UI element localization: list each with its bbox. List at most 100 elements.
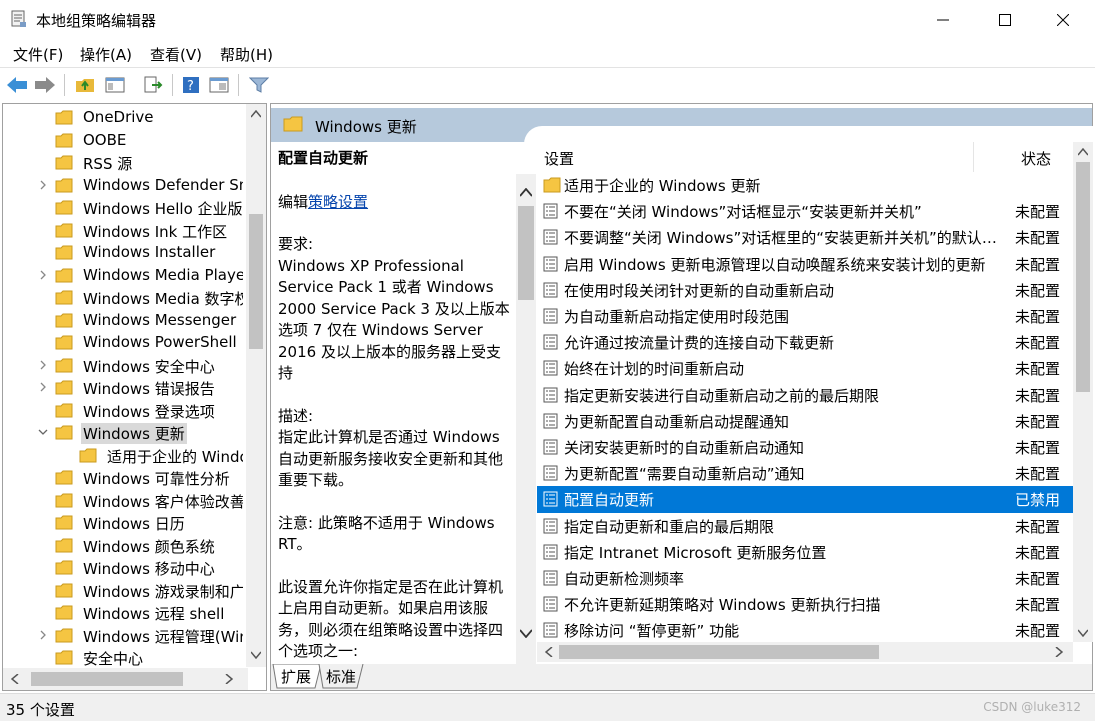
tree-item-label: 适用于企业的 Windows 更新 bbox=[107, 447, 243, 466]
policy-row[interactable]: 不允许更新延期策略对 Windows 更新执行扫描 未配置 bbox=[537, 591, 1073, 617]
menu-action[interactable]: 操作(A) bbox=[80, 44, 132, 65]
scroll-right-icon[interactable] bbox=[225, 674, 233, 684]
tree-item[interactable]: Windows 移动中心 bbox=[3, 557, 243, 580]
tree-item[interactable]: Windows Messenger bbox=[3, 310, 243, 333]
policy-row[interactable]: 在使用时段关闭针对更新的自动重新启动 未配置 bbox=[537, 277, 1073, 303]
policy-tree[interactable]: OneDrive OOBE RSS 源 Windows Defender SmartS… bbox=[2, 103, 267, 691]
tree-item[interactable]: Windows 远程 shell bbox=[3, 602, 243, 625]
settings-list[interactable]: 设置 状态 适用于企业的 Windows 更新 不要在“关闭 Windows”对话… bbox=[537, 142, 1093, 662]
policy-row[interactable]: 关闭安装更新时的自动重新启动通知 未配置 bbox=[537, 434, 1073, 460]
minimize-button[interactable] bbox=[911, 0, 975, 40]
tree-item[interactable]: Windows Defender SmartScreen bbox=[3, 175, 243, 198]
tree-item[interactable]: 适用于企业的 Windows 更新 bbox=[3, 445, 243, 468]
tree-item[interactable]: Windows 客户体验改善计划 bbox=[3, 490, 243, 513]
policy-setting-icon bbox=[543, 282, 559, 298]
policy-row[interactable]: 指定更新安装进行自动重新启动之前的最后期限 未配置 bbox=[537, 382, 1073, 408]
policy-row[interactable]: 指定 Intranet Microsoft 更新服务位置 未配置 bbox=[537, 539, 1073, 565]
policy-setting-icon bbox=[543, 491, 559, 507]
policy-row[interactable]: 为自动重新启动指定使用时段范围 未配置 bbox=[537, 303, 1073, 329]
chevron-right-icon[interactable] bbox=[38, 178, 48, 192]
policy-row[interactable]: 启用 Windows 更新电源管理以自动唤醒系统来安装计划的更新 未配置 bbox=[537, 251, 1073, 277]
scroll-up-icon[interactable] bbox=[251, 110, 261, 118]
policy-row[interactable]: 适用于企业的 Windows 更新 bbox=[537, 172, 1073, 198]
tree-item[interactable]: Windows PowerShell bbox=[3, 332, 243, 355]
list-horizontal-scrollbar[interactable] bbox=[537, 642, 1073, 662]
chevron-right-icon[interactable] bbox=[38, 628, 48, 642]
tree-hscroll-thumb[interactable] bbox=[31, 672, 183, 686]
column-header-setting[interactable]: 设置 bbox=[544, 148, 574, 169]
policy-row[interactable]: 允许通过按流量计费的连接自动下载更新 未配置 bbox=[537, 329, 1073, 355]
list-vscroll-thumb[interactable] bbox=[1076, 162, 1090, 392]
tree-item[interactable]: Windows 远程管理(Windows Remote Management) bbox=[3, 625, 243, 648]
minimize-icon bbox=[937, 19, 949, 21]
description-scroll-thumb[interactable] bbox=[518, 206, 534, 300]
tree-item[interactable]: RSS 源 bbox=[3, 152, 243, 175]
tab-extended[interactable]: 扩展 bbox=[281, 666, 311, 687]
forward-button[interactable] bbox=[32, 72, 58, 98]
scroll-down-icon[interactable] bbox=[251, 651, 261, 659]
column-header-state[interactable]: 状态 bbox=[1021, 148, 1051, 169]
tree-item[interactable]: Windows Ink 工作区 bbox=[3, 220, 243, 243]
scroll-down-icon[interactable] bbox=[520, 629, 532, 638]
scroll-right-icon[interactable] bbox=[1055, 647, 1063, 657]
chevron-right-icon[interactable] bbox=[38, 268, 48, 282]
policy-row[interactable]: 配置自动更新 已禁用 bbox=[537, 486, 1073, 513]
list-hscroll-thumb[interactable] bbox=[559, 645, 879, 659]
tree-item[interactable]: Windows 安全中心 bbox=[3, 355, 243, 378]
list-vertical-scrollbar[interactable] bbox=[1073, 142, 1093, 642]
show-hide-tree-button[interactable] bbox=[102, 72, 128, 98]
help-button[interactable]: ? bbox=[178, 72, 204, 98]
policy-row[interactable]: 始终在计划的时间重新启动 未配置 bbox=[537, 355, 1073, 381]
tree-item[interactable]: OneDrive bbox=[3, 107, 243, 130]
tree-item[interactable]: Windows 错误报告 bbox=[3, 377, 243, 400]
policy-setting-icon bbox=[543, 518, 559, 534]
chevron-right-icon[interactable] bbox=[38, 358, 48, 372]
tree-vscroll-thumb[interactable] bbox=[249, 214, 263, 349]
tree-item[interactable]: Windows 日历 bbox=[3, 512, 243, 535]
properties-button[interactable] bbox=[206, 72, 232, 98]
close-button[interactable] bbox=[1031, 0, 1095, 40]
tree-item[interactable]: Windows 游戏录制和广播 bbox=[3, 580, 243, 603]
up-folder-button[interactable] bbox=[72, 72, 98, 98]
menu-help[interactable]: 帮助(H) bbox=[220, 44, 273, 65]
tree-item[interactable]: OOBE bbox=[3, 130, 243, 153]
note-text: 注意: 此策略不适用于 Windows RT。 bbox=[278, 513, 495, 554]
scroll-up-icon[interactable] bbox=[1078, 148, 1088, 156]
tree-item[interactable]: Windows Hello 企业版 bbox=[3, 197, 243, 220]
scroll-down-icon[interactable] bbox=[1078, 629, 1088, 637]
tree-item[interactable]: 安全中心 bbox=[3, 647, 243, 670]
scroll-up-icon[interactable] bbox=[520, 188, 532, 197]
tree-item[interactable]: Windows Media 数字权限管理 bbox=[3, 287, 243, 310]
tree-vertical-scrollbar[interactable] bbox=[246, 104, 266, 667]
export-list-button[interactable] bbox=[140, 72, 166, 98]
tree-item[interactable]: Windows 颜色系统 bbox=[3, 535, 243, 558]
tree-horizontal-scrollbar[interactable] bbox=[3, 668, 248, 690]
policy-row[interactable]: 为更新配置自动重新启动提醒通知 未配置 bbox=[537, 408, 1073, 434]
tree-item[interactable]: Windows 更新 bbox=[3, 422, 243, 445]
scroll-left-icon[interactable] bbox=[545, 647, 553, 657]
edit-policy-settings-link[interactable]: 策略设置 bbox=[308, 193, 368, 211]
policy-row[interactable]: 自动更新检测频率 未配置 bbox=[537, 565, 1073, 591]
tree-item[interactable]: Windows 登录选项 bbox=[3, 400, 243, 423]
policy-row[interactable]: 不要在“关闭 Windows”对话框显示“安装更新并关机” 未配置 bbox=[537, 198, 1073, 224]
policy-row[interactable]: 指定自动更新和重启的最后期限 未配置 bbox=[537, 513, 1073, 539]
filter-button[interactable] bbox=[246, 72, 272, 98]
policy-row[interactable]: 移除访问 “暂停更新” 功能 未配置 bbox=[537, 617, 1073, 643]
policy-description: 配置自动更新 编辑策略设置 要求: Windows XP Professiona… bbox=[278, 148, 513, 663]
menu-file[interactable]: 文件(F) bbox=[13, 44, 63, 65]
tab-standard[interactable]: 标准 bbox=[326, 666, 356, 687]
policy-row[interactable]: 不要调整“关闭 Windows”对话框里的“安装更新并关机”的默认选项 未配置 bbox=[537, 224, 1073, 250]
policy-state: 未配置 bbox=[1015, 360, 1061, 379]
policy-row[interactable]: 为更新配置“需要自动重新启动”通知 未配置 bbox=[537, 460, 1073, 486]
column-divider[interactable] bbox=[973, 142, 974, 172]
tree-item[interactable]: Windows 可靠性分析 bbox=[3, 467, 243, 490]
menu-view[interactable]: 查看(V) bbox=[150, 44, 202, 65]
chevron-down-icon[interactable] bbox=[38, 425, 48, 439]
back-button[interactable] bbox=[4, 72, 30, 98]
description-scrollbar[interactable] bbox=[516, 174, 536, 664]
scroll-left-icon[interactable] bbox=[11, 674, 19, 684]
tree-item[interactable]: Windows Installer bbox=[3, 242, 243, 265]
tree-item[interactable]: Windows Media Player bbox=[3, 265, 243, 288]
maximize-button[interactable] bbox=[973, 0, 1037, 40]
chevron-right-icon[interactable] bbox=[38, 380, 48, 394]
